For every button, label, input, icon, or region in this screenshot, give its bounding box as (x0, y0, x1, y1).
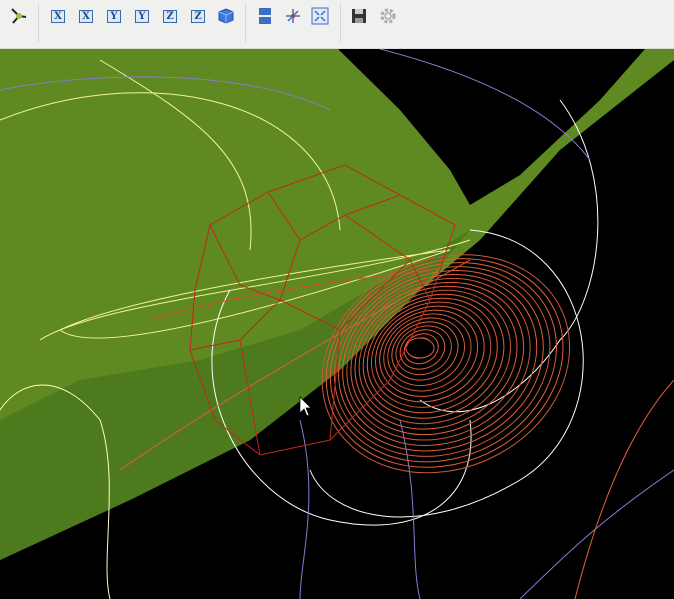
view-x-neg-button[interactable]: X (76, 6, 96, 26)
attractor-core (405, 337, 435, 359)
y-axis-icon: Y (107, 9, 121, 23)
view-y-pos-button[interactable]: Y (104, 6, 124, 26)
trajectory-curve (574, 379, 674, 599)
axes-tripod-icon (11, 8, 27, 24)
toolbar: X X Y Y Z Z (0, 0, 674, 49)
3d-viewport[interactable] (0, 49, 674, 599)
separator (340, 4, 341, 42)
gear-icon (380, 8, 396, 24)
settings-button[interactable] (378, 6, 398, 26)
separator (38, 4, 39, 42)
axes-button[interactable] (283, 6, 303, 26)
view-3d-button[interactable] (216, 6, 236, 26)
separator (245, 4, 246, 42)
x-axis-icon: X (79, 9, 93, 23)
fullscreen-button[interactable] (310, 6, 330, 26)
save-button[interactable] (349, 6, 369, 26)
x-axis-icon: X (51, 9, 65, 23)
mouse-cursor (299, 396, 312, 417)
trajectory-curve (519, 469, 674, 599)
save-icon (352, 9, 366, 23)
view-x-pos-button[interactable]: X (48, 6, 68, 26)
layout-button[interactable] (255, 6, 275, 26)
split-layout-icon (259, 8, 271, 24)
z-axis-icon: Z (191, 9, 205, 23)
orientation-button[interactable] (8, 6, 28, 26)
axes-icon (286, 9, 300, 23)
view-y-neg-button[interactable]: Y (132, 6, 152, 26)
trajectory-curve (399, 419, 421, 599)
view-z-pos-button[interactable]: Z (160, 6, 180, 26)
fullscreen-icon (311, 7, 329, 25)
view-z-neg-button[interactable]: Z (188, 6, 208, 26)
cube-icon (218, 8, 234, 24)
z-axis-icon: Z (163, 9, 177, 23)
y-axis-icon: Y (135, 9, 149, 23)
